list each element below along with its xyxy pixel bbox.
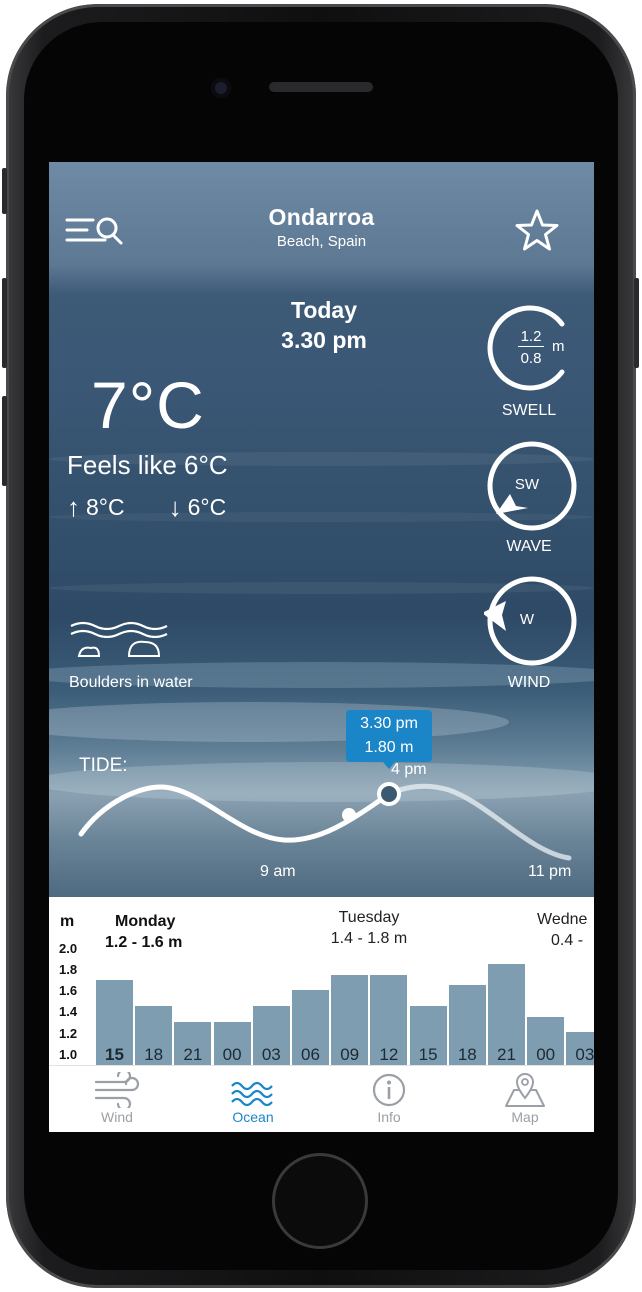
tab-ocean[interactable]: Ocean <box>185 1066 321 1132</box>
bar-hour-label: 03 <box>261 1045 281 1064</box>
waves-icon <box>231 1081 273 1107</box>
info-icon <box>372 1073 406 1107</box>
wave-label: WAVE <box>506 538 552 555</box>
tab-label: Wind <box>101 1109 133 1125</box>
bar-hour-label: 06 <box>301 1045 320 1064</box>
max-temperature: 8°C <box>86 494 125 520</box>
boulders-label: Boulders in water <box>69 674 193 691</box>
mute-switch <box>2 168 7 214</box>
swell-min: 0.8 <box>520 350 542 367</box>
swell-gauge-icon <box>487 305 565 391</box>
swell-max: 1.2 <box>520 328 542 345</box>
home-button[interactable] <box>272 1153 368 1249</box>
feels-like: Feels like 6°C <box>67 450 228 480</box>
tab-label: Info <box>377 1109 401 1125</box>
bar-hour-label: 18 <box>144 1045 164 1064</box>
min-temperature: 6°C <box>187 494 227 520</box>
volume-up-button <box>2 278 7 368</box>
swell-unit: m <box>552 338 565 355</box>
location-subtitle: Beach, Spain <box>276 233 367 250</box>
star-icon <box>515 209 559 251</box>
temperature-range: ↑ 8°C ↓ 6°C <box>67 492 226 523</box>
tab-wind[interactable]: Wind <box>49 1066 185 1132</box>
arrow-down-icon: ↓ <box>168 492 182 522</box>
app-screen: Ondarroa Beach, Spain Today 3.30 pm 7°C … <box>49 162 594 1132</box>
front-camera <box>211 78 231 98</box>
favorite-button[interactable] <box>514 208 560 254</box>
bar-hour-label: 09 <box>340 1045 360 1064</box>
tab-bar: Wind Ocean Info Map <box>49 1065 594 1132</box>
arrow-up-icon: ↑ <box>67 492 80 522</box>
swell-divider <box>518 346 544 347</box>
wind-icon <box>94 1072 140 1108</box>
bar-hour-label: 15 <box>418 1045 438 1064</box>
map-icon <box>505 1073 545 1107</box>
forecast-time: 3.30 pm <box>281 327 367 353</box>
wave-direction: SW <box>514 476 540 493</box>
forecast-panel: Ondarroa Beach, Spain Today 3.30 pm 7°C … <box>49 162 594 897</box>
bar-hour-label: 21 <box>497 1045 516 1064</box>
bar-hour-label: 00 <box>222 1045 242 1064</box>
tab-label: Ocean <box>232 1109 274 1125</box>
tooltip-height: 1.80 m <box>364 739 414 756</box>
tide-time-label: 9 am <box>260 863 296 880</box>
swell-label: SWELL <box>501 402 557 419</box>
bar-hour-label: 18 <box>457 1045 477 1064</box>
tab-map[interactable]: Map <box>457 1066 593 1132</box>
bar-hour-label: 21 <box>183 1045 203 1064</box>
tide-tooltip: 3.30 pm 1.80 m <box>346 710 432 769</box>
wind-direction: W <box>519 611 535 628</box>
tab-info[interactable]: Info <box>321 1066 457 1132</box>
tide-marker <box>377 782 401 806</box>
bar-hour-label: 12 <box>379 1045 399 1064</box>
temperature: 7°C <box>91 368 205 442</box>
tide-time-label: 4 pm <box>391 761 427 778</box>
volume-down-button <box>2 396 7 486</box>
bar-series: 15 18 21 00 03 06 09 12 15 18 21 00 03 <box>49 901 594 1069</box>
power-button <box>634 278 639 368</box>
tide-time-label: 11 pm <box>528 863 572 880</box>
wind-label: WIND <box>507 674 551 691</box>
bar-hour-label: 03 <box>575 1045 594 1064</box>
bar-hour-label: 15 <box>105 1045 124 1064</box>
bar-hour-label: 00 <box>536 1045 556 1064</box>
earpiece-speaker <box>269 82 373 92</box>
wave-height-chart: m 2.0 1.8 1.6 1.4 1.2 1.0 Monday 1.2 - 1… <box>49 897 594 1069</box>
boulders-icon <box>70 621 168 657</box>
forecast-day: Today <box>290 297 358 323</box>
tab-label: Map <box>511 1109 539 1125</box>
tooltip-time: 3.30 pm <box>360 715 418 732</box>
location-title: Ondarroa <box>268 204 375 230</box>
tide-curve[interactable] <box>49 752 594 897</box>
